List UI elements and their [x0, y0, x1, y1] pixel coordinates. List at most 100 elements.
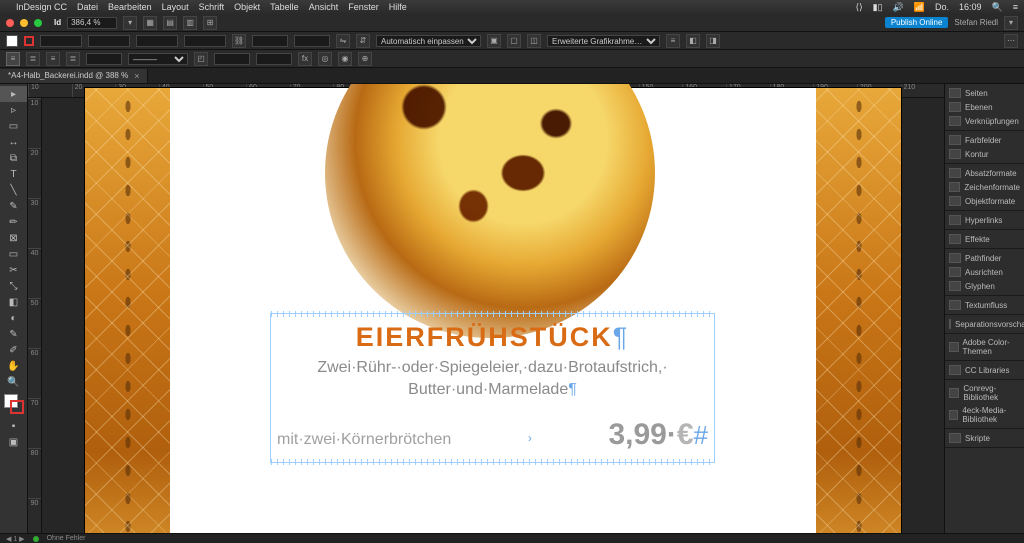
view-icon-2[interactable]: ▤ — [163, 16, 177, 30]
textwrap-icon-1[interactable]: ≡ — [666, 34, 680, 48]
stroke-style-select[interactable]: ——— — [128, 53, 188, 65]
flip-v-icon[interactable]: ⇵ — [356, 34, 370, 48]
window-max-icon[interactable] — [34, 19, 42, 27]
page-nav-icon[interactable]: ◀ 1 ▶ — [6, 535, 25, 543]
user-chevron-icon[interactable]: ▾ — [1004, 16, 1018, 30]
panel-ausrichten[interactable]: Ausrichten — [945, 265, 1024, 279]
control-menu-icon[interactable]: ⋯ — [1004, 34, 1018, 48]
panel-pathfinder[interactable]: Pathfinder — [945, 251, 1024, 265]
menu-title[interactable]: EIERFRÜHSTÜCK¶ — [277, 322, 708, 353]
stroke-weight-field[interactable] — [86, 53, 122, 65]
content-collector-tool[interactable]: ⧉ — [0, 150, 27, 166]
shear-field[interactable] — [294, 35, 330, 47]
text-frame-selected[interactable]: EIERFRÜHSTÜCK¶ Zwei·Rühr-·oder·Spiegelei… — [270, 313, 715, 463]
wheat-border-left[interactable] — [85, 88, 170, 533]
menu-description[interactable]: Zwei·Rühr-·oder·Spiegeleier,·dazu·Brotau… — [277, 357, 708, 400]
panel-absatzformate[interactable]: Absatzformate — [945, 166, 1024, 180]
fit-icon-2[interactable]: ▢ — [507, 34, 521, 48]
preflight-ok-icon[interactable] — [33, 536, 39, 542]
menubar-time[interactable]: 16:09 — [959, 2, 982, 12]
canvas[interactable]: 1020304050607080901001101201301401501601… — [28, 84, 944, 533]
menu-layout[interactable]: Layout — [162, 2, 189, 12]
window-close-icon[interactable] — [6, 19, 14, 27]
pasteboard[interactable]: EIERFRÜHSTÜCK¶ Zwei·Rühr-·oder·Spiegelei… — [73, 98, 913, 533]
volume-icon[interactable]: 🔊 — [893, 2, 904, 13]
fit-icon-1[interactable]: ▣ — [487, 34, 501, 48]
view-icon-1[interactable]: ▦ — [143, 16, 157, 30]
zoom-dropdown-icon[interactable]: ▾ — [123, 16, 137, 30]
menubar-wifi-icon[interactable]: 📶 — [914, 2, 925, 13]
wheat-border-right[interactable] — [816, 88, 901, 533]
panel-effekte[interactable]: Effekte — [945, 232, 1024, 246]
align-justify-icon[interactable]: ≣ — [66, 52, 80, 66]
align-center-icon[interactable]: ≣ — [26, 52, 40, 66]
panel-farbfelder[interactable]: Farbfelder — [945, 133, 1024, 147]
align-right-icon[interactable]: ≡ — [46, 52, 60, 66]
screen-mode-icon[interactable]: ▣ — [0, 434, 27, 450]
panel-ebenen[interactable]: Ebenen — [945, 100, 1024, 114]
scissors-tool[interactable]: ✂ — [0, 262, 27, 278]
zoom-tool[interactable]: 🔍 — [0, 374, 27, 390]
preflight-status[interactable]: Ohne Fehler — [47, 535, 86, 542]
panel-adobe-color[interactable]: Adobe Color-Themen — [945, 336, 1024, 358]
user-name[interactable]: Stefan Riedl — [954, 18, 998, 27]
menu-subline[interactable]: mit·zwei·Körnerbrötchen — [277, 431, 451, 449]
pen-tool[interactable]: ✎ — [0, 198, 27, 214]
free-transform-tool[interactable]: ⤡ — [0, 278, 27, 294]
panel-seiten[interactable]: Seiten — [945, 86, 1024, 100]
fx-icon[interactable]: fx — [298, 52, 312, 66]
menu-price[interactable]: 3,99·€# — [608, 418, 708, 452]
fill-swatch[interactable] — [6, 35, 18, 47]
panel-kontur[interactable]: Kontur — [945, 147, 1024, 161]
spotlight-icon[interactable]: 🔍 — [992, 2, 1003, 13]
textwrap-icon-2[interactable]: ◧ — [686, 34, 700, 48]
menu-schrift[interactable]: Schrift — [199, 2, 225, 12]
type-tool[interactable]: T — [0, 166, 27, 182]
page-spread[interactable]: EIERFRÜHSTÜCK¶ Zwei·Rühr-·oder·Spiegelei… — [85, 88, 901, 533]
menu-tabelle[interactable]: Tabelle — [270, 2, 299, 12]
ruler-vertical[interactable]: 102030405060708090100 — [28, 98, 42, 533]
hand-tool[interactable]: ✋ — [0, 358, 27, 374]
flip-h-icon[interactable]: ⇋ — [336, 34, 350, 48]
x-field[interactable] — [40, 35, 82, 47]
wifi-icon[interactable]: ⟨⟩ — [856, 2, 863, 13]
panel-cc-libraries[interactable]: CC Libraries — [945, 363, 1024, 377]
w-field[interactable] — [136, 35, 178, 47]
menu-ansicht[interactable]: Ansicht — [309, 2, 339, 12]
fit-icon-3[interactable]: ◫ — [527, 34, 541, 48]
misc-icon-2[interactable]: ◉ — [338, 52, 352, 66]
panel-objektformate[interactable]: Objektformate — [945, 194, 1024, 208]
notifications-icon[interactable]: ≡ — [1013, 2, 1018, 12]
panel-textumfluss[interactable]: Textumfluss — [945, 298, 1024, 312]
menu-fenster[interactable]: Fenster — [348, 2, 379, 12]
close-tab-icon[interactable]: × — [134, 71, 139, 81]
fill-stroke-swatches[interactable] — [4, 394, 24, 414]
y-field[interactable] — [88, 35, 130, 47]
window-min-icon[interactable] — [20, 19, 28, 27]
gradient-feather-tool[interactable]: ◐ — [0, 310, 27, 326]
stroke-swatch[interactable] — [24, 36, 34, 46]
view-icon-4[interactable]: ⊞ — [203, 16, 217, 30]
selection-tool[interactable]: ▸ — [0, 86, 27, 102]
egg-photo-frame[interactable] — [325, 84, 655, 338]
fit-select[interactable]: Automatisch einpassen — [376, 35, 481, 47]
align-left-icon[interactable]: ≡ — [6, 52, 20, 66]
panel-zeichenformate[interactable]: Zeichenformate — [945, 180, 1024, 194]
gradient-swatch-tool[interactable]: ◧ — [0, 294, 27, 310]
menubar-day[interactable]: Do. — [935, 2, 949, 12]
panel-glyphen[interactable]: Glyphen — [945, 279, 1024, 293]
corner-radius-field[interactable] — [214, 53, 250, 65]
gap-tool[interactable]: ↔ — [0, 134, 27, 150]
panel-verknuepfungen[interactable]: Verknüpfungen — [945, 114, 1024, 128]
menu-bearbeiten[interactable]: Bearbeiten — [108, 2, 152, 12]
panel-hyperlinks[interactable]: Hyperlinks — [945, 213, 1024, 227]
view-icon-3[interactable]: ▥ — [183, 16, 197, 30]
textwrap-icon-3[interactable]: ◨ — [706, 34, 720, 48]
app-name[interactable]: InDesign CC — [16, 2, 67, 12]
misc-icon-3[interactable]: ⊕ — [358, 52, 372, 66]
rectangle-frame-tool[interactable]: ⊠ — [0, 230, 27, 246]
rotate-field[interactable] — [252, 35, 288, 47]
panel-lib-2[interactable]: 4eck-Media-Bibliothek — [945, 404, 1024, 426]
rectangle-tool[interactable]: ▭ — [0, 246, 27, 262]
battery-icon[interactable]: ▮▯ — [873, 2, 883, 13]
